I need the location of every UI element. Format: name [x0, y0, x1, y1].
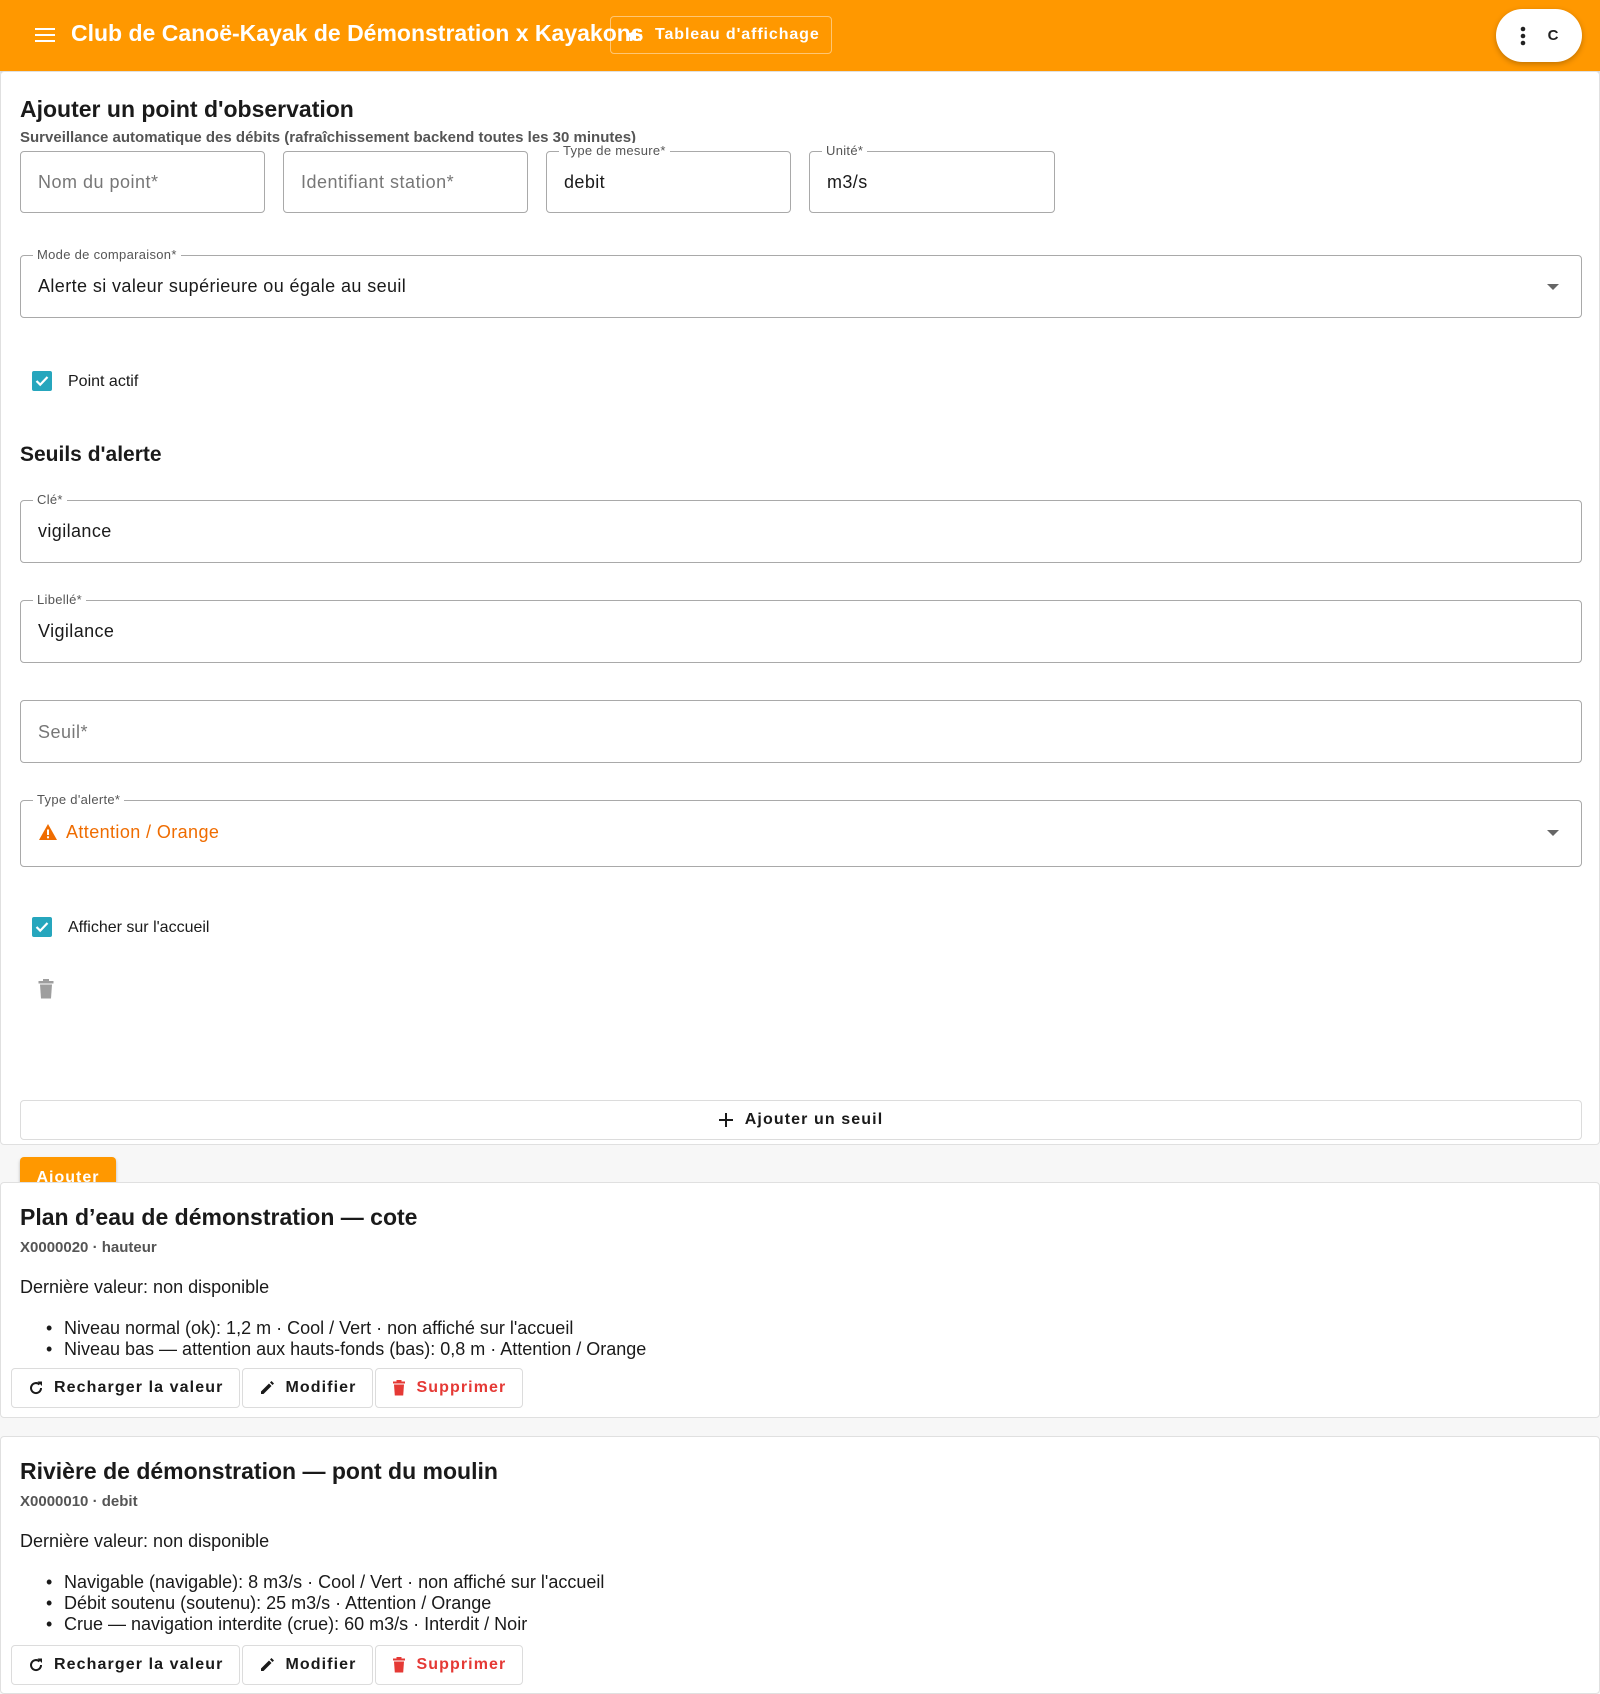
reload-value-button[interactable]: Recharger la valeur	[11, 1645, 241, 1685]
last-value: Dernière valeur: non disponible	[20, 1277, 270, 1297]
menu-button[interactable]	[30, 18, 60, 52]
alert-type-value: Attention / Orange	[66, 822, 220, 842]
threshold-label-value: Vigilance	[38, 621, 115, 641]
app-title: Club de Canoë-Kayak de Démonstration x K…	[71, 20, 644, 46]
threshold-value-placeholder: Seuil*	[38, 722, 89, 742]
delete-label: Supprimer	[416, 1379, 507, 1396]
threshold-value-field[interactable]: Seuil*	[20, 700, 1582, 763]
point-actions: Recharger la valeur Modifier Supprimer	[11, 1368, 524, 1408]
list-item: Niveau normal (ok): 1,2 m · Cool / Vert …	[46, 1318, 646, 1339]
plus-icon	[718, 1113, 733, 1127]
add-threshold-button[interactable]: Ajouter un seuil	[20, 1100, 1582, 1140]
trash-icon	[393, 1380, 406, 1396]
measure-type-value: debit	[564, 172, 606, 192]
list-item: Navigable (navigable): 8 m3/s · Cool / V…	[46, 1572, 604, 1593]
reload-value-button[interactable]: Recharger la valeur	[11, 1368, 241, 1408]
unit-label: Unité*	[822, 143, 868, 158]
chevron-down-icon	[1547, 830, 1559, 836]
add-point-form: Ajouter un point d'observation Surveilla…	[0, 71, 1600, 1198]
point-title: Plan d’eau de démonstration — cote	[20, 1204, 418, 1230]
observation-point-card: Plan d’eau de démonstration — cote X0000…	[0, 1182, 1600, 1418]
hamburger-menu-icon	[35, 28, 55, 42]
list-item: Niveau bas — attention aux hauts-fonds (…	[46, 1339, 646, 1360]
threshold-label-field[interactable]: Libellé* Vigilance	[20, 592, 1582, 663]
station-id-placeholder: Identifiant station*	[301, 172, 455, 192]
list-item: Crue — navigation interdite (crue): 60 m…	[46, 1614, 604, 1635]
measure-type-label: Type de mesure*	[559, 143, 670, 158]
reload-value-label: Recharger la valeur	[54, 1656, 224, 1673]
pencil-icon	[261, 1381, 275, 1394]
point-meta: X0000010 · debit	[20, 1493, 138, 1510]
comparison-mode-select[interactable]: Mode de comparaison* Alerte si valeur su…	[20, 247, 1582, 318]
alert-type-select[interactable]: Type d'alerte* Attention / Orange	[20, 792, 1582, 867]
station-id-field[interactable]: Identifiant station*	[283, 151, 528, 213]
trash-icon	[393, 1657, 406, 1673]
point-actions: Recharger la valeur Modifier Supprimer	[11, 1645, 524, 1685]
delete-button[interactable]: Supprimer	[375, 1368, 524, 1408]
form-title: Ajouter un point d'observation	[20, 96, 354, 122]
trash-icon	[38, 979, 54, 999]
point-name-field[interactable]: Nom du point*	[20, 151, 265, 213]
form-subtitle: Surveillance automatique des débits (raf…	[20, 129, 637, 146]
refresh-icon	[30, 1381, 43, 1395]
threshold-list: Navigable (navigable): 8 m3/s · Cool / V…	[46, 1572, 604, 1635]
user-menu[interactable]: C	[1496, 9, 1582, 62]
edit-button[interactable]: Modifier	[242, 1645, 374, 1685]
show-home-label: Afficher sur l'accueil	[68, 919, 210, 936]
delete-threshold-button[interactable]	[37, 979, 57, 1001]
board-button[interactable]: Tableau d'affichage	[610, 16, 832, 54]
last-value: Dernière valeur: non disponible	[20, 1531, 270, 1551]
reload-value-label: Recharger la valeur	[54, 1379, 224, 1396]
threshold-label-label: Libellé*	[33, 592, 87, 607]
app-bar: Club de Canoë-Kayak de Démonstration x K…	[0, 0, 1600, 71]
point-name-placeholder: Nom du point*	[38, 172, 159, 192]
point-active-checkbox[interactable]	[32, 371, 52, 391]
pencil-icon	[261, 1658, 275, 1671]
chevron-down-icon	[1547, 284, 1559, 290]
warning-icon	[39, 824, 57, 840]
add-threshold-label: Ajouter un seuil	[744, 1111, 884, 1128]
megaphone-icon	[627, 28, 642, 42]
measure-type-field[interactable]: Type de mesure* debit	[546, 143, 791, 213]
point-title: Rivière de démonstration — pont du mouli…	[20, 1458, 498, 1484]
refresh-icon	[30, 1658, 43, 1672]
edit-label: Modifier	[285, 1656, 357, 1673]
point-active-label: Point actif	[68, 373, 139, 390]
show-home-checkbox[interactable]	[32, 917, 52, 937]
threshold-list: Niveau normal (ok): 1,2 m · Cool / Vert …	[46, 1318, 646, 1360]
more-vert-icon	[1520, 26, 1525, 45]
threshold-key-field[interactable]: Clé* vigilance	[20, 492, 1582, 563]
avatar: C	[1547, 27, 1559, 44]
comparison-mode-label: Mode de comparaison*	[33, 247, 181, 262]
threshold-key-label: Clé*	[33, 492, 67, 507]
check-icon	[35, 376, 49, 387]
list-item: Débit soutenu (soutenu): 25 m3/s · Atten…	[46, 1593, 604, 1614]
check-icon	[35, 922, 49, 933]
observation-point-card: Rivière de démonstration — pont du mouli…	[0, 1436, 1600, 1694]
unit-field[interactable]: Unité* m3/s	[809, 143, 1055, 213]
unit-value: m3/s	[827, 172, 868, 192]
thresholds-title: Seuils d'alerte	[20, 443, 162, 466]
edit-label: Modifier	[285, 1379, 357, 1396]
board-button-label: Tableau d'affichage	[655, 26, 820, 43]
threshold-key-value: vigilance	[38, 521, 112, 541]
comparison-mode-value: Alerte si valeur supérieure ou égale au …	[38, 276, 407, 296]
point-meta: X0000020 · hauteur	[20, 1239, 157, 1256]
delete-button[interactable]: Supprimer	[375, 1645, 524, 1685]
edit-button[interactable]: Modifier	[242, 1368, 374, 1408]
alert-type-label: Type d'alerte*	[33, 792, 125, 807]
delete-label: Supprimer	[416, 1656, 507, 1673]
